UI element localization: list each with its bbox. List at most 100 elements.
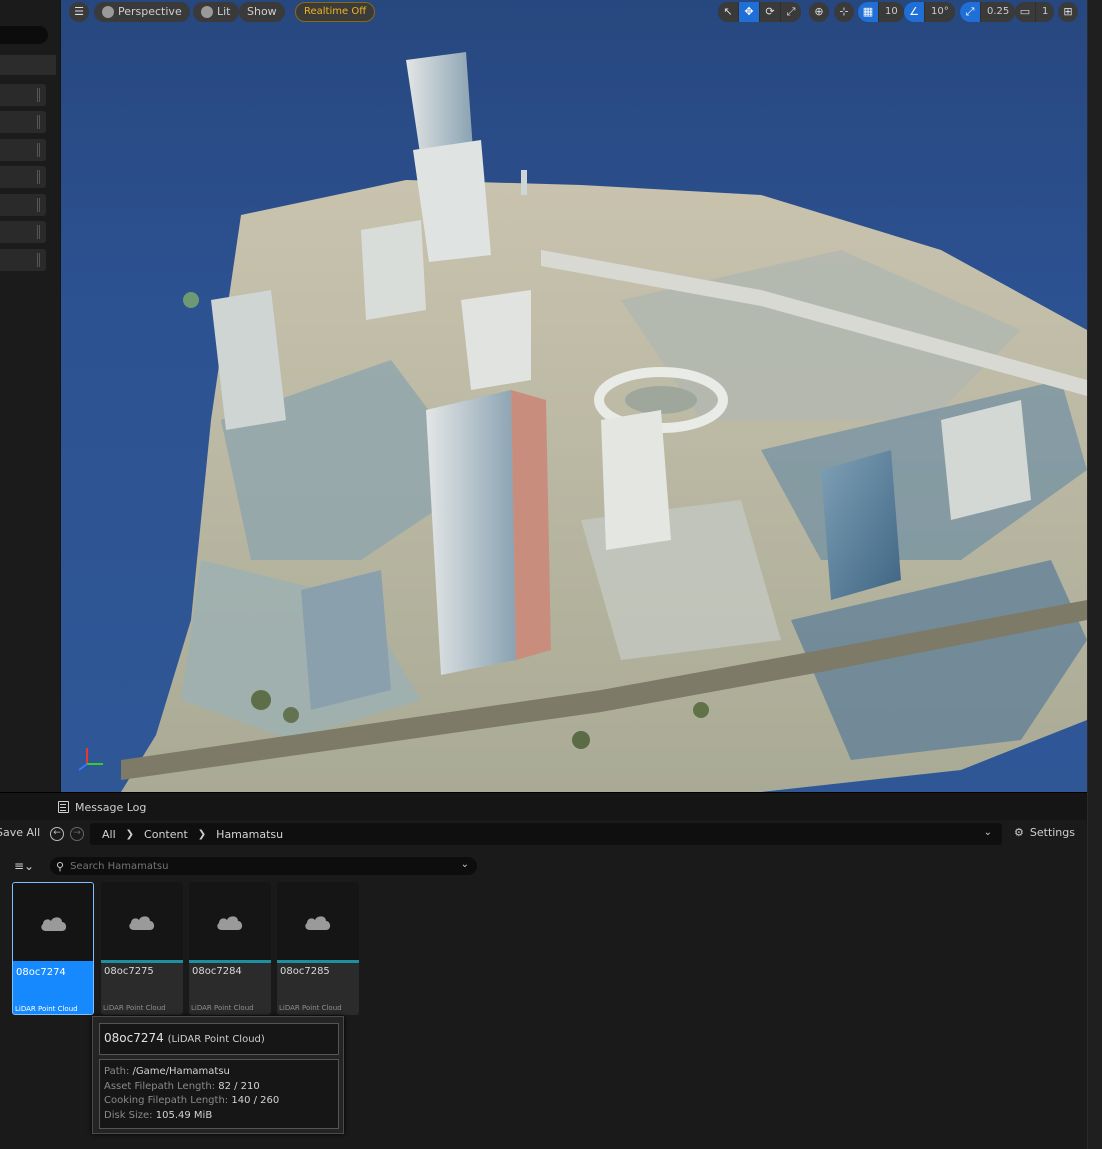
- disk-size-label: Disk Size:: [104, 1109, 153, 1121]
- viewport-layout-icon[interactable]: ⊞: [1058, 2, 1078, 22]
- asset-type: LiDAR Point Cloud: [103, 1004, 166, 1012]
- camera-speed-icon[interactable]: ▭: [1015, 2, 1035, 22]
- save-all-button[interactable]: Save All: [0, 826, 40, 839]
- details-header: [0, 55, 56, 75]
- tooltip-cook-length-row: Cooking Filepath Length: 140 / 260: [104, 1094, 334, 1109]
- asset-tile[interactable]: 08oc7275 LiDAR Point Cloud: [101, 882, 183, 1015]
- asset-search-input[interactable]: [70, 860, 451, 872]
- show-button[interactable]: Show: [239, 2, 285, 22]
- camera-speed-value[interactable]: 1: [1036, 2, 1055, 22]
- asset-type: LiDAR Point Cloud: [15, 1005, 78, 1013]
- scale-snap-value[interactable]: 0.25: [981, 2, 1016, 22]
- details-row[interactable]: [0, 194, 46, 216]
- world-space-icon[interactable]: ⊕: [809, 2, 829, 22]
- lighting-label: Lit: [217, 5, 231, 18]
- asset-thumbnail: [101, 882, 183, 960]
- breadcrumb-all[interactable]: All: [102, 828, 116, 841]
- grid-snap-icon[interactable]: ▦: [858, 2, 878, 22]
- lit-sphere-icon: [201, 6, 213, 18]
- asset-type: LiDAR Point Cloud: [279, 1004, 342, 1012]
- asset-length-label: Asset Filepath Length:: [104, 1080, 216, 1092]
- details-row[interactable]: [0, 139, 46, 161]
- message-log-icon: [58, 801, 69, 813]
- asset-search-box[interactable]: ⚲ ⌄: [50, 857, 477, 875]
- asset-tile[interactable]: 08oc7284 LiDAR Point Cloud: [189, 882, 271, 1015]
- level-viewport[interactable]: ☰ Perspective Lit Show Realtime Off ↖ ✥ …: [61, 0, 1087, 792]
- details-row[interactable]: [0, 84, 46, 106]
- message-log-tab[interactable]: Message Log: [58, 798, 146, 816]
- tooltip-asset-length-row: Asset Filepath Length: 82 / 210: [104, 1080, 334, 1095]
- content-browser-toolbar: Save All ← → All ❯ Content ❯ Hamamatsu ⌄…: [0, 820, 1087, 848]
- scale-mode-icon[interactable]: ⤢: [781, 2, 801, 22]
- forward-arrow-icon[interactable]: →: [70, 827, 84, 841]
- editor-window: ☰ Perspective Lit Show Realtime Off ↖ ✥ …: [0, 0, 1102, 1149]
- chevron-down-icon[interactable]: ⌄: [984, 827, 992, 838]
- grip-icon[interactable]: [37, 198, 40, 212]
- details-panel: [0, 0, 60, 792]
- asset-thumbnail: [189, 882, 271, 960]
- rotate-mode-icon[interactable]: ⟳: [760, 2, 780, 22]
- tooltip-disk-row: Disk Size: 105.49 MiB: [104, 1109, 334, 1124]
- details-row[interactable]: [0, 111, 46, 133]
- breadcrumb: All ❯ Content ❯ Hamamatsu ⌄: [90, 823, 1002, 845]
- select-mode-icon[interactable]: ↖: [718, 2, 738, 22]
- details-search-input[interactable]: [0, 26, 48, 44]
- cloud-icon: [129, 916, 155, 930]
- grip-icon[interactable]: [37, 115, 40, 129]
- perspective-button[interactable]: Perspective: [94, 2, 190, 22]
- filter-icon[interactable]: ≡⌄: [14, 859, 34, 873]
- tooltip-details: Path: /Game/Hamamatsu Asset Filepath Len…: [99, 1059, 339, 1129]
- scale-snap-group: ⤢ 0.25: [960, 2, 1016, 22]
- grip-icon[interactable]: [37, 253, 40, 267]
- grip-icon[interactable]: [37, 88, 40, 102]
- realtime-toggle[interactable]: Realtime Off: [295, 2, 376, 22]
- rotate-snap-group: ∠ 10°: [904, 2, 955, 22]
- show-label: Show: [247, 5, 277, 18]
- path-label: Path:: [104, 1066, 130, 1077]
- viewport-menu-button[interactable]: ☰: [69, 2, 89, 22]
- content-browser: Save All ← → All ❯ Content ❯ Hamamatsu ⌄…: [0, 820, 1087, 1149]
- cloud-icon: [217, 916, 243, 930]
- asset-name: 08oc7274: [16, 967, 66, 978]
- details-row[interactable]: [0, 166, 46, 188]
- breadcrumb-chevron-icon[interactable]: ❯: [126, 829, 134, 840]
- asset-thumbnail: [277, 882, 359, 960]
- rotate-snap-icon[interactable]: ∠: [904, 2, 924, 22]
- asset-type-strip: [277, 960, 359, 963]
- bottom-tab-bar: Message Log: [0, 792, 1087, 820]
- rotate-snap-value[interactable]: 10°: [925, 2, 955, 22]
- asset-type-strip: [101, 960, 183, 963]
- cook-length-label: Cooking Filepath Length:: [104, 1095, 229, 1106]
- asset-name: 08oc7285: [280, 966, 330, 977]
- grip-icon[interactable]: [37, 225, 40, 239]
- scale-snap-icon[interactable]: ⤢: [960, 2, 980, 22]
- breadcrumb-content[interactable]: Content: [144, 828, 188, 841]
- asset-name: 08oc7284: [192, 966, 242, 977]
- breadcrumb-hamamatsu[interactable]: Hamamatsu: [216, 828, 283, 841]
- breadcrumb-chevron-icon[interactable]: ❯: [198, 829, 206, 840]
- back-arrow-icon[interactable]: ←: [50, 827, 64, 841]
- transform-tools: ↖ ✥ ⟳ ⤢: [718, 2, 801, 22]
- details-row[interactable]: [0, 221, 46, 243]
- settings-label: Settings: [1029, 826, 1075, 839]
- surface-snap-icon[interactable]: ⊹: [834, 2, 854, 22]
- settings-button[interactable]: ⚙ Settings: [1014, 826, 1075, 839]
- asset-tile[interactable]: 08oc7274 LiDAR Point Cloud: [12, 882, 94, 1015]
- asset-name: 08oc7275: [104, 966, 154, 977]
- tooltip-asset-name: 08oc7274: [104, 1031, 164, 1045]
- grid-snap-value[interactable]: 10: [879, 2, 904, 22]
- search-history-chevron-icon[interactable]: ⌄: [461, 859, 469, 870]
- grip-icon[interactable]: [37, 170, 40, 184]
- gear-icon: ⚙: [1014, 826, 1024, 839]
- asset-tooltip: 08oc7274 (LiDAR Point Cloud) Path: /Game…: [92, 1016, 344, 1134]
- asset-tile[interactable]: 08oc7285 LiDAR Point Cloud: [277, 882, 359, 1015]
- translate-mode-icon[interactable]: ✥: [739, 2, 759, 22]
- cook-length-value: 140 / 260: [231, 1095, 280, 1106]
- details-row[interactable]: [0, 249, 46, 271]
- cloud-icon: [305, 916, 331, 930]
- path-value: /Game/Hamamatsu: [132, 1066, 230, 1077]
- cloud-icon: [41, 917, 67, 931]
- lit-button[interactable]: Lit: [193, 2, 239, 22]
- camera-speed-group: ▭ 1: [1015, 2, 1055, 22]
- grip-icon[interactable]: [37, 143, 40, 157]
